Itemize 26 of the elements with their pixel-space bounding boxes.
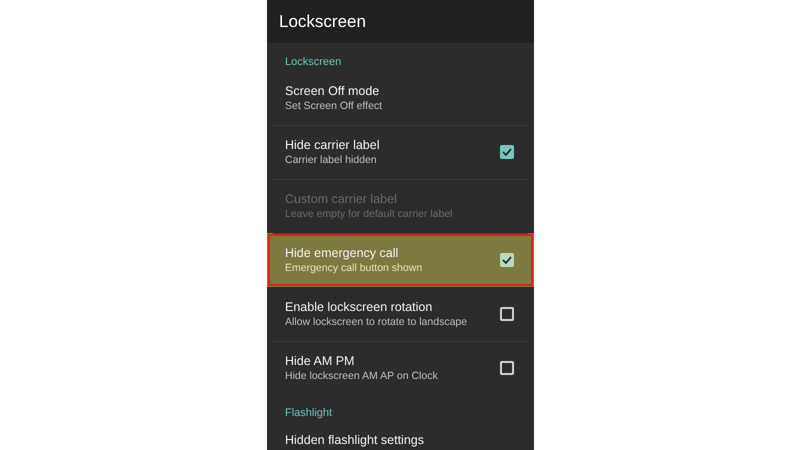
checkbox[interactable] <box>500 145 514 159</box>
preference-title: Hide carrier label <box>285 137 380 153</box>
checkbox[interactable] <box>500 307 514 321</box>
preference-summary: Emergency call button shown <box>285 261 422 275</box>
preference-summary: Carrier label hidden <box>285 153 378 167</box>
preference-row[interactable]: Enable lockscreen rotation Allow lockscreen to rotate to landscape <box>267 287 534 341</box>
preference-title: Hide AM PM <box>285 353 356 369</box>
preference-row[interactable]: Hide AM PM Hide lockscreen AM AP on Clock <box>267 341 534 395</box>
preference-title: Hidden flashlight settings <box>285 432 424 448</box>
preference-row[interactable]: Hide carrier label Carrier label hidden <box>267 125 534 179</box>
checkbox[interactable] <box>500 253 514 267</box>
preference-summary: Leave empty for default carrier label <box>285 207 453 221</box>
section-header: Lockscreen <box>284 55 342 70</box>
preference-title: Custom carrier label <box>285 191 398 207</box>
preference-row[interactable]: Screen Off mode Set Screen Off effect <box>267 71 534 125</box>
preference-summary: Hide lockscreen AM AP on Clock <box>285 369 438 383</box>
preference-title: Enable lockscreen rotation <box>285 299 434 315</box>
preference-row[interactable]: Hide emergency call Emergency call button shown <box>267 233 534 287</box>
preference-summary: Set Screen Off effect <box>285 99 382 113</box>
screen-title: Lockscreen <box>279 10 366 33</box>
checkbox[interactable] <box>500 361 514 375</box>
preference-row[interactable]: Hidden flashlight settings <box>267 421 534 450</box>
preference-title: Screen Off mode <box>285 83 380 99</box>
preference-title: Hide emergency call <box>285 245 400 261</box>
preference-summary: Allow lockscreen to rotate to landscape <box>285 315 468 329</box>
section-header: Flashlight <box>284 406 334 421</box>
